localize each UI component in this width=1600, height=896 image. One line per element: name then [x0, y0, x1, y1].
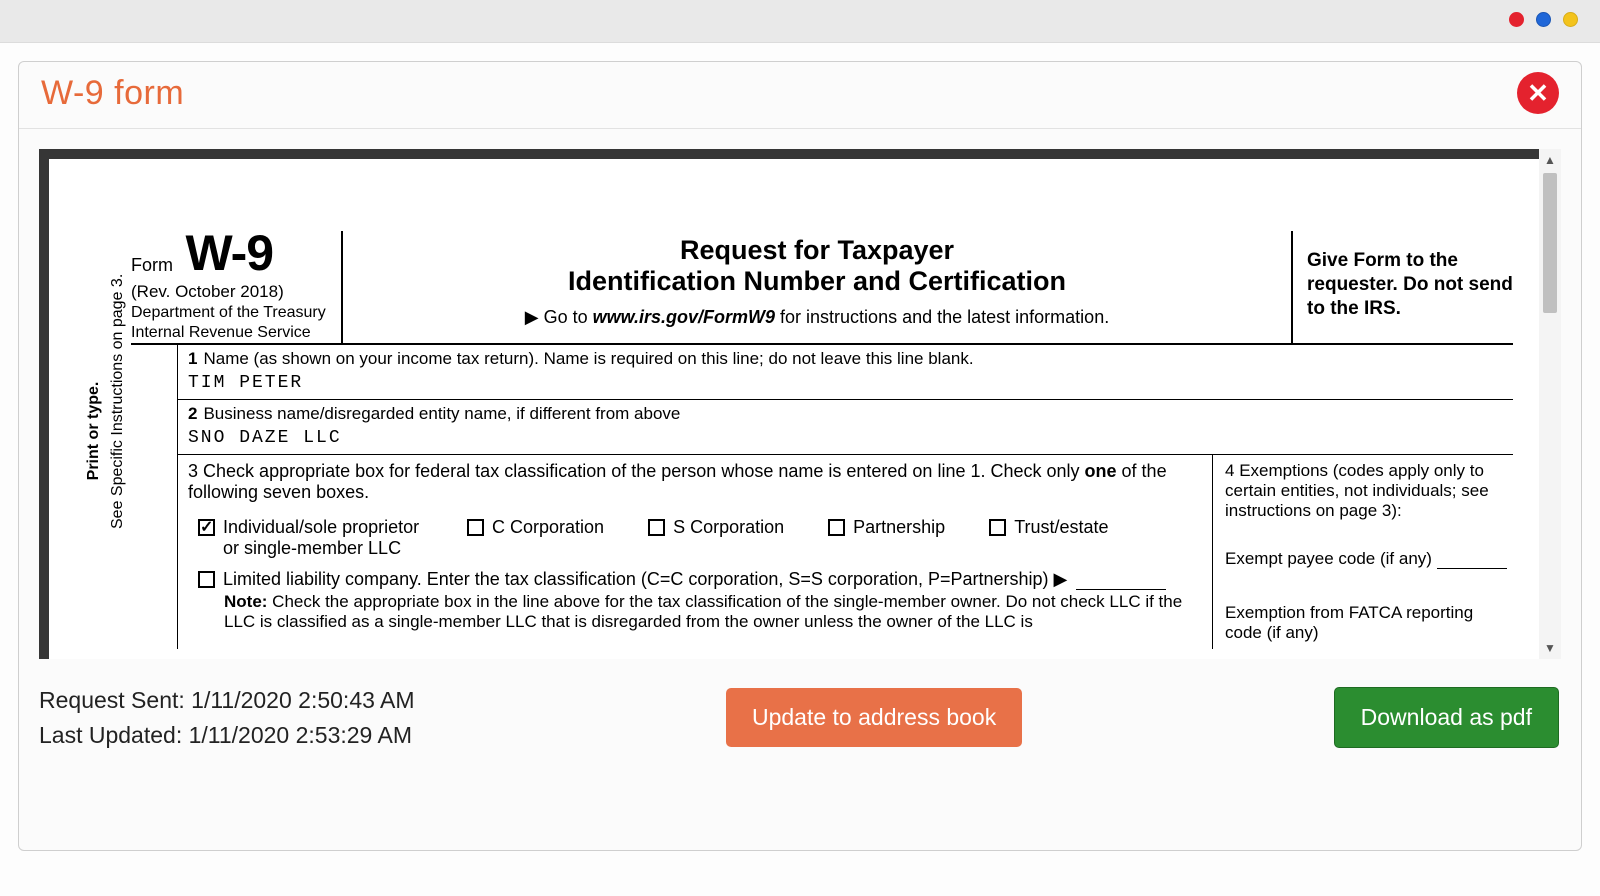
form-department: Department of the Treasury [131, 304, 333, 322]
chk-ccorp[interactable]: C Corporation [467, 517, 604, 559]
form-line-2: 2 Business name/disregarded entity name, … [177, 400, 1513, 455]
form-line-3-4-wrap: 3 Check appropriate box for federal tax … [177, 455, 1513, 649]
exempt-payee-line: Exempt payee code (if any) [1225, 549, 1513, 569]
line1-number: 1 [188, 349, 197, 368]
exempt-fatca-line: Exemption from FATCA reporting code (if … [1225, 603, 1513, 643]
form-header-row: Form W-9 (Rev. October 2018) Department … [131, 231, 1513, 345]
form-header-right: Give Form to the requester. Do not send … [1293, 231, 1513, 343]
chk-llc-label: Limited liability company. Enter the tax… [223, 569, 1067, 589]
last-updated-label: Last Updated: [39, 722, 182, 748]
form-code: W-9 [185, 231, 273, 276]
form-header-mid: Request for Taxpayer Identification Numb… [341, 231, 1293, 343]
form-header-left: Form W-9 (Rev. October 2018) Department … [131, 231, 341, 343]
close-icon: ✕ [1527, 78, 1549, 109]
chk-trust[interactable]: Trust/estate [989, 517, 1108, 559]
download-pdf-button[interactable]: Download as pdf [1334, 687, 1559, 748]
note-label: Note: [224, 592, 267, 611]
goto-prefix: ▶ Go to [525, 307, 593, 327]
chk-scorp[interactable]: S Corporation [648, 517, 784, 559]
llc-note: Note: Check the appropriate box in the l… [188, 590, 1202, 632]
line2-label: Business name/disregarded entity name, i… [203, 404, 680, 423]
line4-label: Exemptions (codes apply only to certain … [1225, 461, 1489, 520]
checkbox-icon-individual [198, 519, 215, 536]
modal-title: W-9 form [41, 74, 184, 113]
form-line-4: 4 Exemptions (codes apply only to certai… [1213, 455, 1513, 649]
line1-value: TIM PETER [188, 369, 1505, 393]
exempt-payee-label: Exempt payee code (if any) [1225, 549, 1432, 568]
window-dot-yellow[interactable] [1563, 12, 1578, 27]
request-sent-value: 1/11/2020 2:50:43 AM [191, 687, 414, 713]
form-title-line2: Identification Number and Certification [353, 266, 1281, 297]
side-print-text: Print or type. [85, 331, 103, 531]
line4-number: 4 [1225, 461, 1234, 480]
pdf-viewer: See Specific Instructions on page 3. Pri… [39, 149, 1561, 659]
note-text: Check the appropriate box in the line ab… [224, 592, 1182, 631]
checkbox-icon-ccorp [467, 519, 484, 536]
close-button[interactable]: ✕ [1517, 72, 1559, 114]
chk-trust-label: Trust/estate [1014, 517, 1108, 538]
line1-label: Name (as shown on your income tax return… [203, 349, 973, 368]
form-title-line1: Request for Taxpayer [353, 235, 1281, 266]
pdf-page: See Specific Instructions on page 3. Pri… [49, 159, 1553, 659]
exempt-payee-blank [1437, 557, 1507, 569]
form-revision: (Rev. October 2018) [131, 282, 333, 302]
goto-suffix: for instructions and the latest informat… [775, 307, 1109, 327]
checkbox-row: Individual/sole proprietor or single-mem… [198, 517, 1202, 559]
window-dot-blue[interactable] [1536, 12, 1551, 27]
form-line-1: 1 Name (as shown on your income tax retur… [177, 345, 1513, 400]
modal-header: W-9 form ✕ [19, 62, 1581, 129]
checkbox-icon-partnership [828, 519, 845, 536]
scroll-thumb[interactable] [1543, 173, 1557, 313]
chk-partnership[interactable]: Partnership [828, 517, 945, 559]
window-dot-red[interactable] [1509, 12, 1524, 27]
modal-footer: Request Sent: 1/11/2020 2:50:43 AM Last … [19, 659, 1581, 752]
footer-timestamps: Request Sent: 1/11/2020 2:50:43 AM Last … [39, 683, 415, 752]
update-address-book-button[interactable]: Update to address book [726, 688, 1022, 747]
line2-number: 2 [188, 404, 197, 423]
request-sent-label: Request Sent: [39, 687, 185, 713]
form-word: Form [131, 255, 173, 275]
form-line-3: 3 Check appropriate box for federal tax … [178, 455, 1213, 649]
form-goto-line: ▶ Go to www.irs.gov/FormW9 for instructi… [353, 307, 1281, 328]
pdf-scrollbar[interactable]: ▲ ▼ [1539, 149, 1561, 659]
chk-individual-label: Individual/sole proprietor or single-mem… [223, 517, 423, 559]
exempt-fatca-label: Exemption from FATCA reporting code (if … [1225, 603, 1473, 642]
checkbox-icon-trust [989, 519, 1006, 536]
scroll-down-icon[interactable]: ▼ [1539, 637, 1561, 659]
app-canvas: W-9 form ✕ See Specific Instructions on … [0, 42, 1600, 896]
window-traffic-lights [1509, 12, 1578, 27]
form-irs: Internal Revenue Service [131, 324, 333, 342]
w9-modal: W-9 form ✕ See Specific Instructions on … [18, 61, 1582, 851]
window-topbar [0, 0, 1600, 42]
line2-value: SNO DAZE LLC [188, 424, 1505, 448]
scroll-up-icon[interactable]: ▲ [1539, 149, 1561, 171]
line3-one: one [1085, 461, 1117, 481]
chk-partnership-label: Partnership [853, 517, 945, 538]
last-updated-value: 1/11/2020 2:53:29 AM [189, 722, 412, 748]
goto-url: www.irs.gov/FormW9 [593, 307, 775, 327]
checkbox-icon-scorp [648, 519, 665, 536]
checkbox-icon-llc [198, 571, 215, 588]
line3-number: 3 [188, 461, 198, 481]
chk-scorp-label: S Corporation [673, 517, 784, 538]
side-instructions-text: See Specific Instructions on page 3. [109, 329, 127, 529]
line3-label-a: Check appropriate box for federal tax cl… [203, 461, 1085, 481]
chk-individual[interactable]: Individual/sole proprietor or single-mem… [198, 517, 423, 559]
llc-classification-blank [1076, 576, 1166, 590]
chk-llc[interactable]: Limited liability company. Enter the tax… [198, 569, 1202, 590]
chk-ccorp-label: C Corporation [492, 517, 604, 538]
